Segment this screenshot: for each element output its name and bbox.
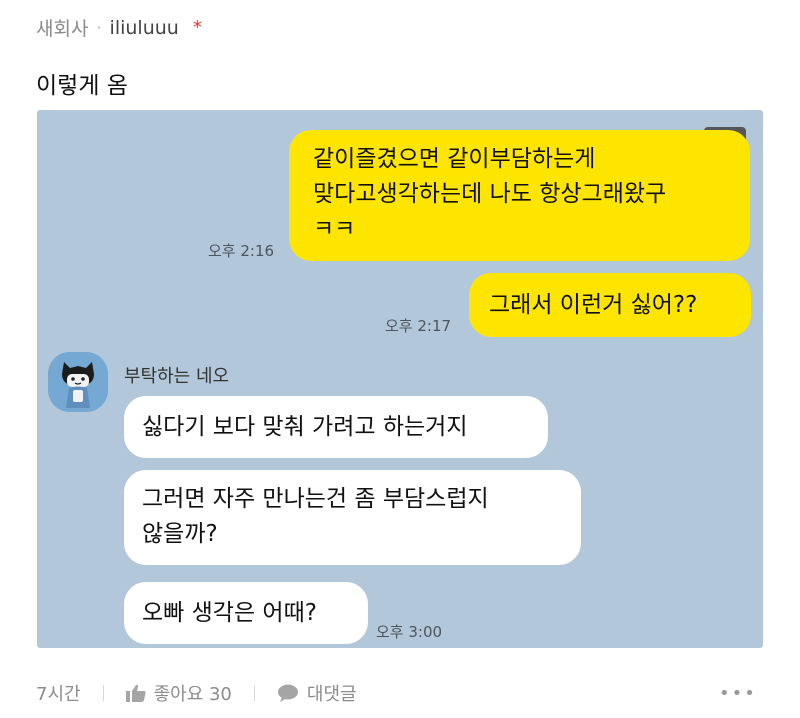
message-line: 않을까? [142, 521, 218, 547]
reply-label: 대댓글 [306, 684, 357, 705]
reply-button[interactable]: 대댓글 [277, 680, 357, 706]
speech-bubble-icon [277, 684, 298, 702]
message-line: 그래서 이런거 싫어?? [489, 292, 698, 318]
avatar [48, 352, 108, 412]
more-dots-icon[interactable]: ••• [719, 683, 757, 704]
message-line: 그러면 자주 만나는건 좀 부담스럽지 [142, 486, 489, 512]
neo-character-icon [48, 352, 108, 412]
message-bubble-theirs: 그러면 자주 만나는건 좀 부담스럽지 않을까? [124, 470, 581, 565]
post-time: 7시간 [36, 684, 81, 705]
new-mark: * [192, 17, 202, 38]
footer-divider [253, 685, 255, 701]
like-label: 좋아요 30 [153, 684, 232, 705]
header-separator: · [96, 18, 102, 37]
board-name[interactable]: 새회사 [36, 14, 88, 41]
sender-name: 부탁하는 네오 [124, 366, 230, 387]
message-time: 오후 3:00 [376, 623, 443, 641]
post-footer: 7시간 좋아요 30 대댓글 [36, 680, 357, 706]
post-title: 이렇게 옴 [36, 73, 128, 99]
post-header: 새회사 · iliuluuu * [36, 14, 202, 41]
message-time: 오후 2:16 [208, 242, 275, 260]
message-bubble-theirs: 싫다기 보다 맞춰 가려고 하는거지 [124, 396, 548, 458]
message-bubble-mine: 같이즐겼으면 같이부담하는게 맞다고생각하는데 나도 항상그래왔구 ㅋㅋ [289, 130, 750, 261]
message-bubble-theirs: 오빠 생각은 어때? [124, 582, 368, 644]
thumbs-up-icon [125, 684, 146, 702]
author-name[interactable]: iliuluuu [110, 17, 179, 39]
message-line: 싫다기 보다 맞춰 가려고 하는거지 [142, 414, 468, 440]
message-line: ㅋㅋ [313, 216, 356, 242]
message-line: 오빠 생각은 어때? [142, 600, 317, 626]
footer-divider [102, 685, 104, 701]
message-time: 오후 2:17 [385, 317, 452, 335]
message-line: 맞다고생각하는데 나도 항상그래왔구 [313, 181, 667, 207]
message-bubble-mine: 그래서 이런거 싫어?? [469, 273, 751, 337]
like-button[interactable]: 좋아요 30 [125, 680, 232, 706]
message-line: 같이즐겼으면 같이부담하는게 [313, 146, 596, 172]
